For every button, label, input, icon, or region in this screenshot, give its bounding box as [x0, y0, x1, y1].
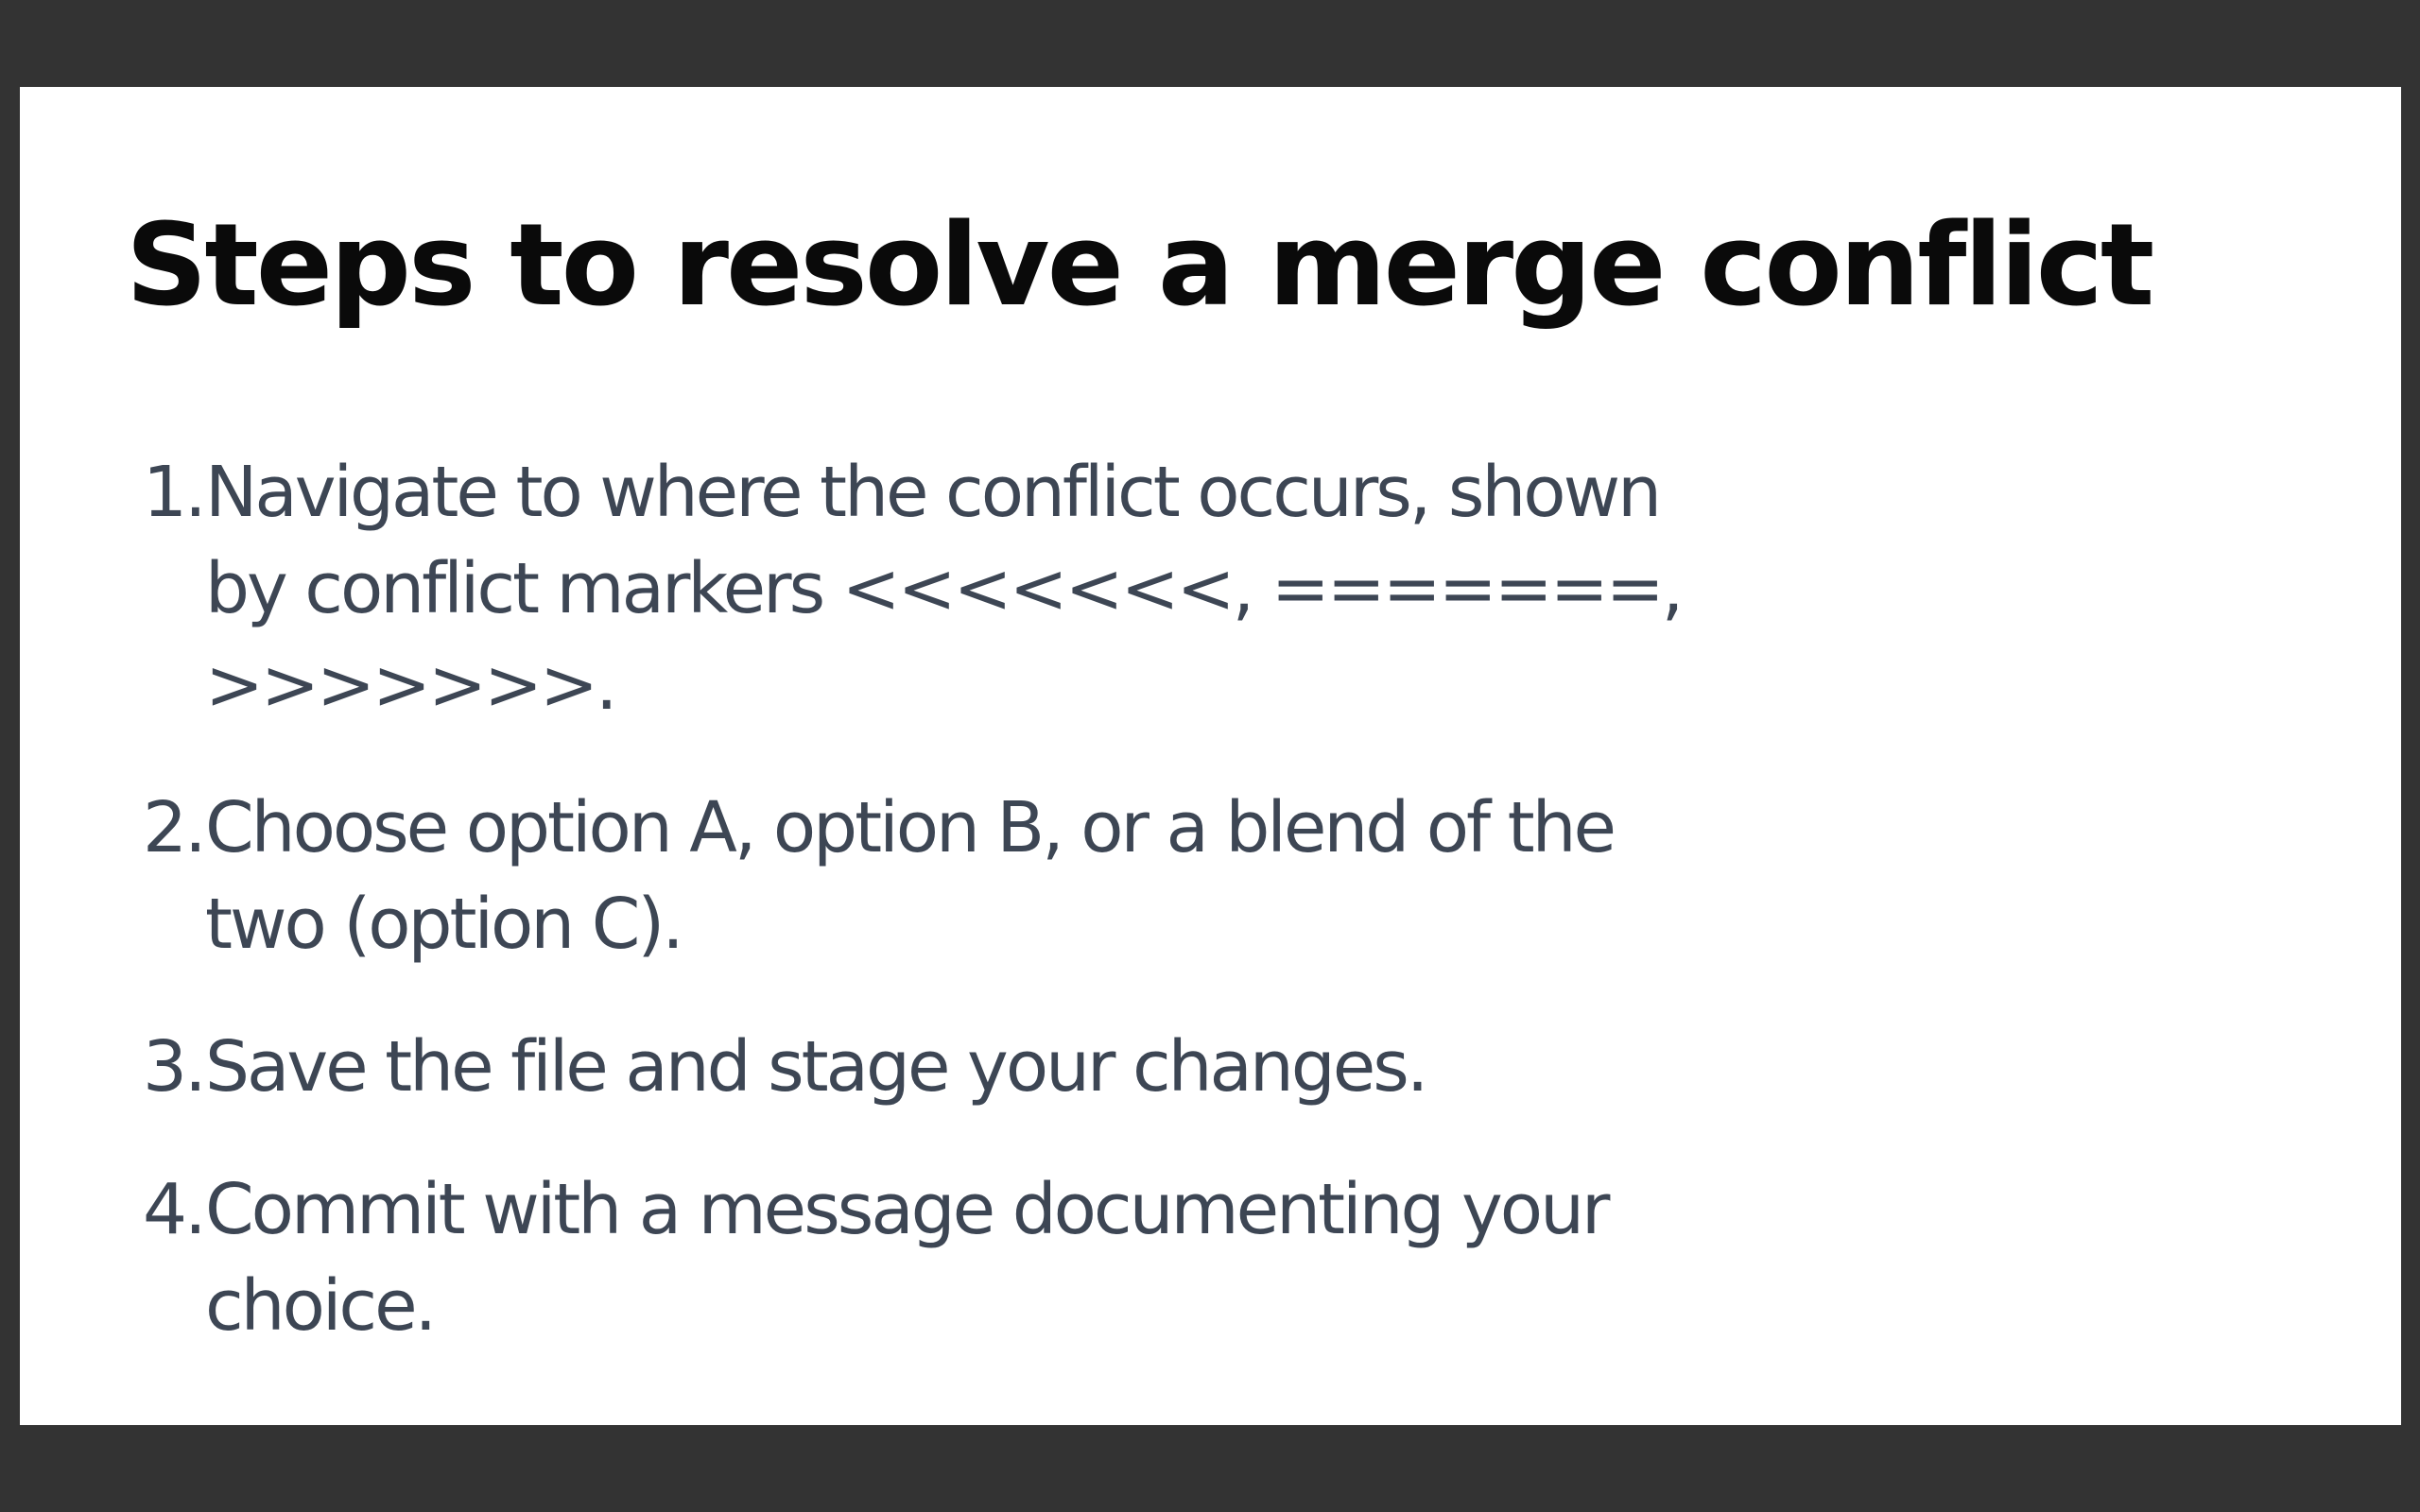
- step-number: 2.: [143, 787, 207, 868]
- step-text-line: Choose option A, option B, or a blend of…: [205, 787, 1616, 868]
- list-item: 2. Choose option A, option B, or a blend…: [143, 780, 1750, 972]
- step-text-line: by conflict markers <<<<<<<, =======, >>…: [205, 548, 1684, 726]
- list-item: 3. Save the file and stage your changes.: [143, 1019, 1750, 1115]
- step-text-line: choice.: [205, 1265, 437, 1347]
- slide-title: Steps to resolve a merge conflict: [126, 200, 2154, 332]
- step-text: Navigate to where the conflict occurs, s…: [205, 444, 1750, 733]
- step-text-line: two (option C).: [205, 884, 684, 965]
- step-text: Commit with a message documenting your c…: [205, 1161, 1750, 1354]
- step-number: 4.: [143, 1169, 207, 1250]
- list-item: 1. Navigate to where the conflict occurs…: [143, 444, 1750, 733]
- step-number: 3.: [143, 1026, 207, 1108]
- step-number: 1.: [143, 452, 207, 533]
- steps-list: 1. Navigate to where the conflict occurs…: [143, 444, 1750, 1400]
- slide: Steps to resolve a merge conflict 1. Nav…: [20, 87, 2401, 1425]
- step-text-line: Navigate to where the conflict occurs, s…: [205, 452, 1662, 533]
- list-item: 4. Commit with a message documenting you…: [143, 1161, 1750, 1354]
- step-text: Choose option A, option B, or a blend of…: [205, 780, 1750, 972]
- step-text-line: Commit with a message documenting your: [205, 1169, 1610, 1250]
- step-text: Save the file and stage your changes.: [205, 1019, 1750, 1115]
- step-text-line: Save the file and stage your changes.: [205, 1026, 1428, 1108]
